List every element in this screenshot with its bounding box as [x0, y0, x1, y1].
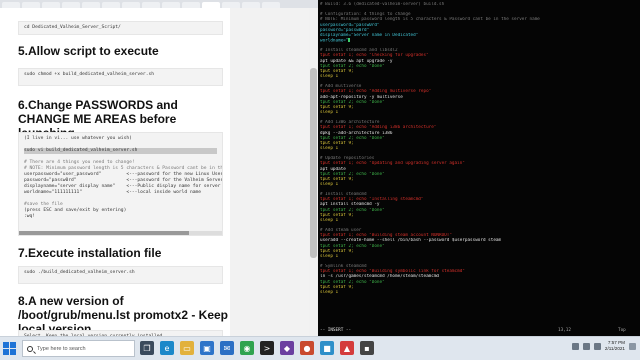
page-scrollbar-thumb[interactable] [310, 68, 317, 258]
clock[interactable]: 7:57 PM 2/11/2021 [605, 340, 625, 352]
terminal-window[interactable]: # Build: 3.6 (dedicated-valheim-server) … [318, 0, 640, 336]
edge-icon[interactable]: e [160, 341, 174, 355]
volume-icon[interactable] [593, 342, 601, 350]
section-heading: 5.Allow script to execute [18, 44, 159, 58]
code-block[interactable]: sudo ./build_dedicated_valheim_server.sh [18, 266, 223, 284]
code-block[interactable]: cd Dedicated_Valheim_Server_Script/ [18, 21, 223, 35]
page-viewport: cd Dedicated_Valheim_Server_Script/5.All… [0, 8, 318, 336]
taskbar-apps: ❐ e ▭ ▣ ✉ ◉ > ◆ ● ■ ▲ ▪ [140, 341, 374, 355]
code-horizontal-scrollbar[interactable] [19, 231, 222, 235]
file-explorer-icon[interactable]: ▭ [180, 341, 194, 355]
windows-logo-icon [3, 342, 9, 348]
chevron-up-icon[interactable] [571, 342, 579, 350]
cursor-position: 13,12 [558, 328, 571, 333]
store-icon[interactable]: ▣ [200, 341, 214, 355]
section-heading: 7.Execute installation file [18, 246, 162, 260]
code-scrollbar-thumb[interactable] [19, 231, 189, 235]
mail-icon[interactable]: ✉ [220, 341, 234, 355]
notification-icon[interactable] [629, 342, 636, 350]
app-icon-4[interactable]: ▲ [340, 341, 354, 355]
search-icon [27, 345, 33, 352]
scroll-indicator: Top [618, 328, 626, 333]
page-scrollbar[interactable] [309, 8, 318, 336]
browser-window: cd Dedicated_Valheim_Server_Script/5.All… [0, 0, 318, 336]
chrome-icon[interactable]: ◉ [240, 341, 254, 355]
text-cursor [348, 37, 351, 42]
vim-mode: -- INSERT -- [320, 328, 352, 333]
code-line: sudo chmod +x build_dedicated_valheim_se… [24, 72, 154, 77]
code-line: sudo ./build_dedicated_valheim_server.sh [24, 270, 135, 275]
start-button[interactable] [3, 342, 17, 356]
system-tray: 7:57 PM 2/11/2021 [571, 340, 636, 352]
vim-status-line: -- INSERT -- 13,12 Top [318, 328, 640, 334]
code-block[interactable]: (I live in vi... use whatever you wish) … [18, 132, 223, 236]
terminal-icon[interactable]: > [260, 341, 274, 355]
terminal-buffer: # Build: 3.6 (dedicated-valheim-server) … [320, 2, 640, 295]
task-view-icon[interactable]: ❐ [140, 341, 154, 355]
network-icon[interactable] [582, 342, 590, 350]
taskbar: Type here to search ❐ e ▭ ▣ ✉ ◉ > ◆ ● ■ ▲ ▪ 7:57 PM… [0, 336, 640, 360]
article-content: cd Dedicated_Valheim_Server_Script/5.All… [0, 8, 230, 336]
app-icon-2[interactable]: ● [300, 341, 314, 355]
code-line: worldname="111111111" <---local inside w… [24, 190, 202, 195]
clock-date: 2/11/2021 [604, 346, 625, 351]
app-icon-3[interactable]: ■ [320, 341, 334, 355]
taskbar-search-box[interactable]: Type here to search [22, 340, 135, 357]
code-line: cd Dedicated_Valheim_Server_Script/ [24, 25, 121, 30]
browser-tab-bar [0, 0, 318, 8]
code-line: :wq! [24, 214, 36, 219]
code-block[interactable]: sudo chmod +x build_dedicated_valheim_se… [18, 68, 223, 86]
app-icon-5[interactable]: ▪ [360, 341, 374, 355]
search-placeholder: Type here to search [37, 345, 86, 352]
terminal-line: sleep 1 [320, 289, 339, 295]
app-icon[interactable]: ◆ [280, 341, 294, 355]
